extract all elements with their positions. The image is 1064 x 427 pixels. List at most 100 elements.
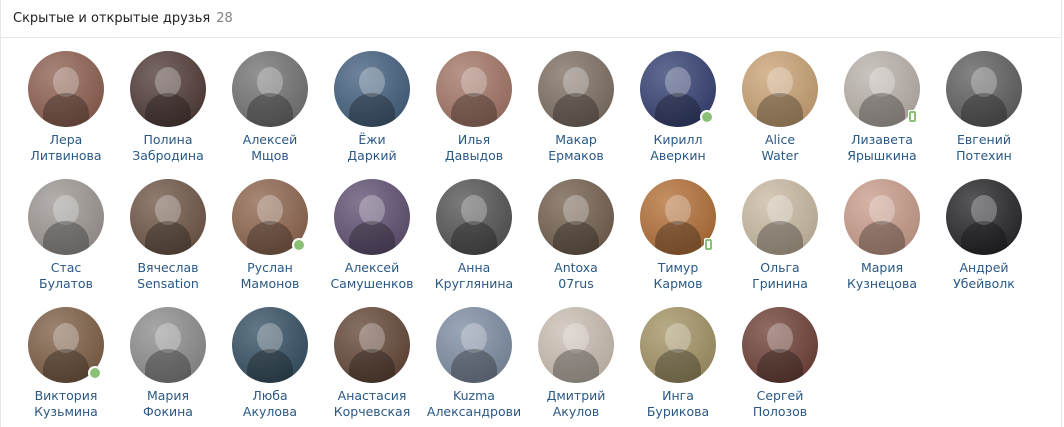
friend-avatar-wrap[interactable] — [28, 307, 104, 383]
friend-avatar-wrap[interactable] — [640, 307, 716, 383]
friend-name-link[interactable]: Алексей Самушенков — [321, 260, 423, 292]
friend-name-link[interactable]: Kuzma Александрови — [423, 388, 525, 420]
friend-name-link[interactable]: Сергей Полозов — [729, 388, 831, 420]
friend-avatar[interactable] — [232, 307, 308, 383]
friend-first-name[interactable]: Alice — [729, 132, 831, 148]
friend-name-link[interactable]: Илья Давыдов — [423, 132, 525, 164]
friend-avatar-wrap[interactable] — [742, 307, 818, 383]
friend-avatar-wrap[interactable] — [946, 179, 1022, 255]
friend-item[interactable]: Мария Фокина — [117, 307, 219, 420]
friend-avatar-wrap[interactable] — [946, 51, 1022, 127]
friend-item[interactable]: Лизавета Ярышкина — [831, 51, 933, 164]
friend-avatar-wrap[interactable] — [742, 179, 818, 255]
friend-item[interactable]: Ольга Гринина — [729, 179, 831, 292]
friend-first-name[interactable]: Евгений — [933, 132, 1035, 148]
friend-last-name[interactable]: Мщов — [219, 148, 321, 164]
friend-first-name[interactable]: Алексей — [219, 132, 321, 148]
friend-name-link[interactable]: Кирилл Аверкин — [627, 132, 729, 164]
friend-avatar-wrap[interactable] — [130, 307, 206, 383]
friend-avatar[interactable] — [232, 51, 308, 127]
friend-avatar-wrap[interactable] — [130, 51, 206, 127]
friend-avatar[interactable] — [538, 307, 614, 383]
friend-avatar[interactable] — [538, 179, 614, 255]
friend-first-name[interactable]: Kuzma — [423, 388, 525, 404]
friend-last-name[interactable]: Александрови — [423, 404, 525, 420]
friend-item[interactable]: Анна Круглянина — [423, 179, 525, 292]
friend-name-link[interactable]: Руслан Мамонов — [219, 260, 321, 292]
friend-name-link[interactable]: Antoxa 07rus — [525, 260, 627, 292]
friend-first-name[interactable]: Илья — [423, 132, 525, 148]
friend-name-link[interactable]: Евгений Потехин — [933, 132, 1035, 164]
friend-item[interactable]: Алексей Самушенков — [321, 179, 423, 292]
friends-header-title[interactable]: Скрытые и открытые друзья — [13, 11, 210, 26]
friend-item[interactable]: Alice Water — [729, 51, 831, 164]
friend-avatar-wrap[interactable] — [28, 179, 104, 255]
friend-last-name[interactable]: Ермаков — [525, 148, 627, 164]
friend-avatar[interactable] — [742, 307, 818, 383]
friend-avatar-wrap[interactable] — [232, 51, 308, 127]
friend-name-link[interactable]: Тимур Кармов — [627, 260, 729, 292]
friend-first-name[interactable]: Полина — [117, 132, 219, 148]
friend-item[interactable]: Кирилл Аверкин — [627, 51, 729, 164]
friend-name-link[interactable]: Анастасия Корчевская — [321, 388, 423, 420]
friend-last-name[interactable]: Мамонов — [219, 276, 321, 292]
friend-first-name[interactable]: Кирилл — [627, 132, 729, 148]
friend-last-name[interactable]: Убейволк — [933, 276, 1035, 292]
friend-item[interactable]: Дмитрий Акулов — [525, 307, 627, 420]
friend-first-name[interactable]: Вячеслав — [117, 260, 219, 276]
friend-last-name[interactable]: Забродина — [117, 148, 219, 164]
friend-name-link[interactable]: Люба Акулова — [219, 388, 321, 420]
friend-item[interactable]: Виктория Кузьмина — [15, 307, 117, 420]
friend-last-name[interactable]: Булатов — [15, 276, 117, 292]
friend-last-name[interactable]: Бурикова — [627, 404, 729, 420]
friend-last-name[interactable]: Фокина — [117, 404, 219, 420]
friend-item[interactable]: Тимур Кармов — [627, 179, 729, 292]
friend-item[interactable]: Илья Давыдов — [423, 51, 525, 164]
friend-first-name[interactable]: Ольга — [729, 260, 831, 276]
friend-first-name[interactable]: Анастасия — [321, 388, 423, 404]
friend-last-name[interactable]: Акулова — [219, 404, 321, 420]
friend-avatar[interactable] — [334, 307, 410, 383]
friend-avatar[interactable] — [436, 179, 512, 255]
friend-first-name[interactable]: Виктория — [15, 388, 117, 404]
friend-item[interactable]: Инга Бурикова — [627, 307, 729, 420]
friend-first-name[interactable]: Руслан — [219, 260, 321, 276]
friend-name-link[interactable]: Alice Water — [729, 132, 831, 164]
friend-name-link[interactable]: Виктория Кузьмина — [15, 388, 117, 420]
friend-avatar-wrap[interactable] — [130, 179, 206, 255]
friend-avatar-wrap[interactable] — [844, 179, 920, 255]
friend-last-name[interactable]: Аверкин — [627, 148, 729, 164]
friend-avatar-wrap[interactable] — [334, 179, 410, 255]
friend-name-link[interactable]: Мария Фокина — [117, 388, 219, 420]
friend-avatar-wrap[interactable] — [334, 51, 410, 127]
friend-last-name[interactable]: Кармов — [627, 276, 729, 292]
friend-avatar-wrap[interactable] — [538, 307, 614, 383]
friend-item[interactable]: Люба Акулова — [219, 307, 321, 420]
friend-name-link[interactable]: Андрей Убейволк — [933, 260, 1035, 292]
friend-avatar-wrap[interactable] — [538, 179, 614, 255]
friend-first-name[interactable]: Лера — [15, 132, 117, 148]
friend-first-name[interactable]: Алексей — [321, 260, 423, 276]
friend-item[interactable]: Вячеслав Sensation — [117, 179, 219, 292]
friend-first-name[interactable]: Мария — [831, 260, 933, 276]
friend-avatar[interactable] — [640, 307, 716, 383]
friend-last-name[interactable]: Потехин — [933, 148, 1035, 164]
friend-item[interactable]: Стас Булатов — [15, 179, 117, 292]
friend-name-link[interactable]: Лизавета Ярышкина — [831, 132, 933, 164]
friend-item[interactable]: Мария Кузнецова — [831, 179, 933, 292]
friend-name-link[interactable]: Алексей Мщов — [219, 132, 321, 164]
friend-first-name[interactable]: Дмитрий — [525, 388, 627, 404]
friend-avatar-wrap[interactable] — [436, 51, 512, 127]
friend-first-name[interactable]: Андрей — [933, 260, 1035, 276]
friend-last-name[interactable]: Полозов — [729, 404, 831, 420]
friend-avatar[interactable] — [742, 51, 818, 127]
friend-avatar[interactable] — [844, 179, 920, 255]
friend-avatar[interactable] — [946, 51, 1022, 127]
friend-avatar-wrap[interactable] — [334, 307, 410, 383]
friend-name-link[interactable]: Стас Булатов — [15, 260, 117, 292]
friend-last-name[interactable]: Акулов — [525, 404, 627, 420]
friend-last-name[interactable]: Кузнецова — [831, 276, 933, 292]
friend-avatar[interactable] — [334, 179, 410, 255]
friend-name-link[interactable]: Макар Ермаков — [525, 132, 627, 164]
friend-item[interactable]: Лера Литвинова — [15, 51, 117, 164]
